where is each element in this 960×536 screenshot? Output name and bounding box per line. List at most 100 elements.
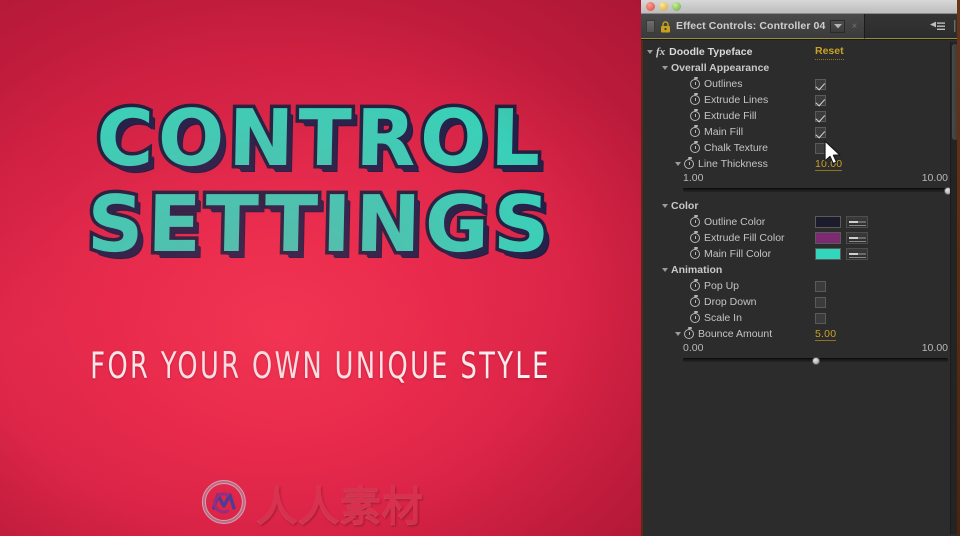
property-value[interactable] xyxy=(815,108,826,124)
group-label: Color xyxy=(671,200,699,212)
stopwatch-icon[interactable] xyxy=(690,77,700,89)
property-chalk-texture[interactable]: Chalk Texture xyxy=(643,140,960,156)
group-color[interactable]: Color xyxy=(643,198,960,214)
stopwatch-icon[interactable] xyxy=(684,327,694,339)
checkbox-pop-up[interactable] xyxy=(815,280,826,292)
disclosure-triangle-icon[interactable] xyxy=(662,268,668,272)
stopwatch-icon[interactable] xyxy=(690,311,700,323)
group-overall-appearance[interactable]: Overall Appearance xyxy=(643,60,960,76)
property-scale-in[interactable]: Scale In xyxy=(643,310,960,326)
property-label: Extrude Fill xyxy=(704,110,757,122)
slider-thumb[interactable] xyxy=(811,356,820,365)
property-value[interactable] xyxy=(815,294,826,310)
property-outline-color[interactable]: Outline Color xyxy=(643,214,960,230)
color-swatch-extrude-fill[interactable] xyxy=(815,232,841,244)
checkbox-outlines[interactable] xyxy=(815,78,826,90)
disclosure-triangle-icon[interactable] xyxy=(675,332,681,336)
line-thickness-value[interactable]: 10.00 xyxy=(815,158,843,171)
slider-max: 10.00 xyxy=(921,172,948,184)
tab-effect-controls[interactable]: Effect Controls: Controller 04 × xyxy=(641,14,866,39)
disclosure-triangle-icon[interactable] xyxy=(662,204,668,208)
property-value[interactable] xyxy=(815,140,826,156)
stopwatch-icon[interactable] xyxy=(690,215,700,227)
bounce-amount-value[interactable]: 5.00 xyxy=(815,328,837,341)
panel-menu-button[interactable] xyxy=(924,14,950,39)
slider-track[interactable] xyxy=(683,356,948,365)
property-label: Pop Up xyxy=(704,280,740,292)
minimize-button[interactable] xyxy=(659,2,668,11)
eyedropper-icon[interactable] xyxy=(846,216,868,228)
close-button[interactable] xyxy=(646,2,655,11)
checkbox-drop-down[interactable] xyxy=(815,296,826,308)
slider-max: 10.00 xyxy=(921,342,948,354)
checkbox-chalk-texture[interactable] xyxy=(815,142,826,154)
stopwatch-icon[interactable] xyxy=(690,109,700,121)
checkbox-scale-in[interactable] xyxy=(815,312,826,324)
property-value[interactable] xyxy=(815,230,868,246)
effect-controls-body: fx Doodle Typeface Reset Overall Appeara… xyxy=(641,40,960,536)
property-extrude-lines[interactable]: Extrude Lines xyxy=(643,92,960,108)
property-value[interactable] xyxy=(815,92,826,108)
subtitle-text: FOR YOUR OWN UNIQUE STYLE xyxy=(90,344,551,388)
group-animation[interactable]: Animation xyxy=(643,262,960,278)
property-value[interactable] xyxy=(815,214,868,230)
panel-tabbar: Effect Controls: Controller 04 × xyxy=(641,14,960,40)
property-bounce-amount[interactable]: Bounce Amount 5.00 xyxy=(643,326,960,342)
property-value[interactable] xyxy=(815,310,826,326)
property-drop-down[interactable]: Drop Down xyxy=(643,294,960,310)
effect-controls-window: Effect Controls: Controller 04 × fx Dood… xyxy=(641,0,960,536)
watermark-logo-icon xyxy=(199,478,247,526)
property-extrude-fill-color[interactable]: Extrude Fill Color xyxy=(643,230,960,246)
line-thickness-range: 1.00 10.00 xyxy=(683,172,948,184)
stopwatch-icon[interactable] xyxy=(690,93,700,105)
eyedropper-icon[interactable] xyxy=(846,232,868,244)
property-main-fill[interactable]: Main Fill xyxy=(643,124,960,140)
property-value[interactable] xyxy=(815,246,868,262)
property-outlines[interactable]: Outlines xyxy=(643,76,960,92)
property-main-fill-color[interactable]: Main Fill Color xyxy=(643,246,960,262)
stopwatch-icon[interactable] xyxy=(684,157,694,169)
watermark-text: 人人素材 xyxy=(256,482,424,530)
stopwatch-icon[interactable] xyxy=(690,279,700,291)
property-pop-up[interactable]: Pop Up xyxy=(643,278,960,294)
lock-icon[interactable] xyxy=(660,20,671,33)
property-value[interactable]: 10.00 xyxy=(815,156,843,172)
effect-header-row[interactable]: fx Doodle Typeface Reset xyxy=(643,43,960,60)
checkbox-main-fill[interactable] xyxy=(815,126,826,138)
stopwatch-icon[interactable] xyxy=(690,247,700,259)
property-line-thickness[interactable]: Line Thickness 10.00 xyxy=(643,156,960,172)
disclosure-triangle-icon[interactable] xyxy=(675,162,681,166)
color-swatch-outline[interactable] xyxy=(815,216,841,228)
property-value[interactable] xyxy=(815,278,826,294)
bounce-amount-slider[interactable]: 0.00 10.00 xyxy=(643,342,960,368)
close-icon[interactable]: × xyxy=(850,21,858,32)
chevron-down-icon[interactable] xyxy=(830,19,846,33)
property-label: Main Fill xyxy=(704,126,744,138)
stopwatch-icon[interactable] xyxy=(690,141,700,153)
slider-track[interactable] xyxy=(683,186,952,195)
disclosure-triangle-icon[interactable] xyxy=(662,66,668,70)
tab-grip-icon[interactable] xyxy=(646,19,655,33)
color-swatch-main-fill[interactable] xyxy=(815,248,841,260)
stopwatch-icon[interactable] xyxy=(690,295,700,307)
property-label: Extrude Fill Color xyxy=(704,232,785,244)
property-value[interactable] xyxy=(815,124,826,140)
property-value[interactable]: 5.00 xyxy=(815,326,837,342)
eyedropper-icon[interactable] xyxy=(846,248,868,260)
property-value[interactable] xyxy=(815,76,826,92)
headline-line-1: CONTROL xyxy=(92,91,549,188)
property-extrude-fill[interactable]: Extrude Fill xyxy=(643,108,960,124)
zoom-button[interactable] xyxy=(672,2,681,11)
line-thickness-slider[interactable]: 1.00 10.00 xyxy=(643,172,960,198)
watermark: 人人素材 xyxy=(199,472,423,532)
property-label: Scale In xyxy=(704,312,742,324)
stopwatch-icon[interactable] xyxy=(690,231,700,243)
group-label: Overall Appearance xyxy=(671,62,770,74)
disclosure-triangle-effect-icon[interactable] xyxy=(647,49,653,54)
checkbox-extrude-fill[interactable] xyxy=(815,110,826,122)
headline-group: CONTROL SETTINGS xyxy=(0,91,641,274)
checkbox-extrude-lines[interactable] xyxy=(815,94,826,106)
window-titlebar xyxy=(641,0,960,14)
reset-button[interactable]: Reset xyxy=(815,43,844,60)
stopwatch-icon[interactable] xyxy=(690,125,700,137)
